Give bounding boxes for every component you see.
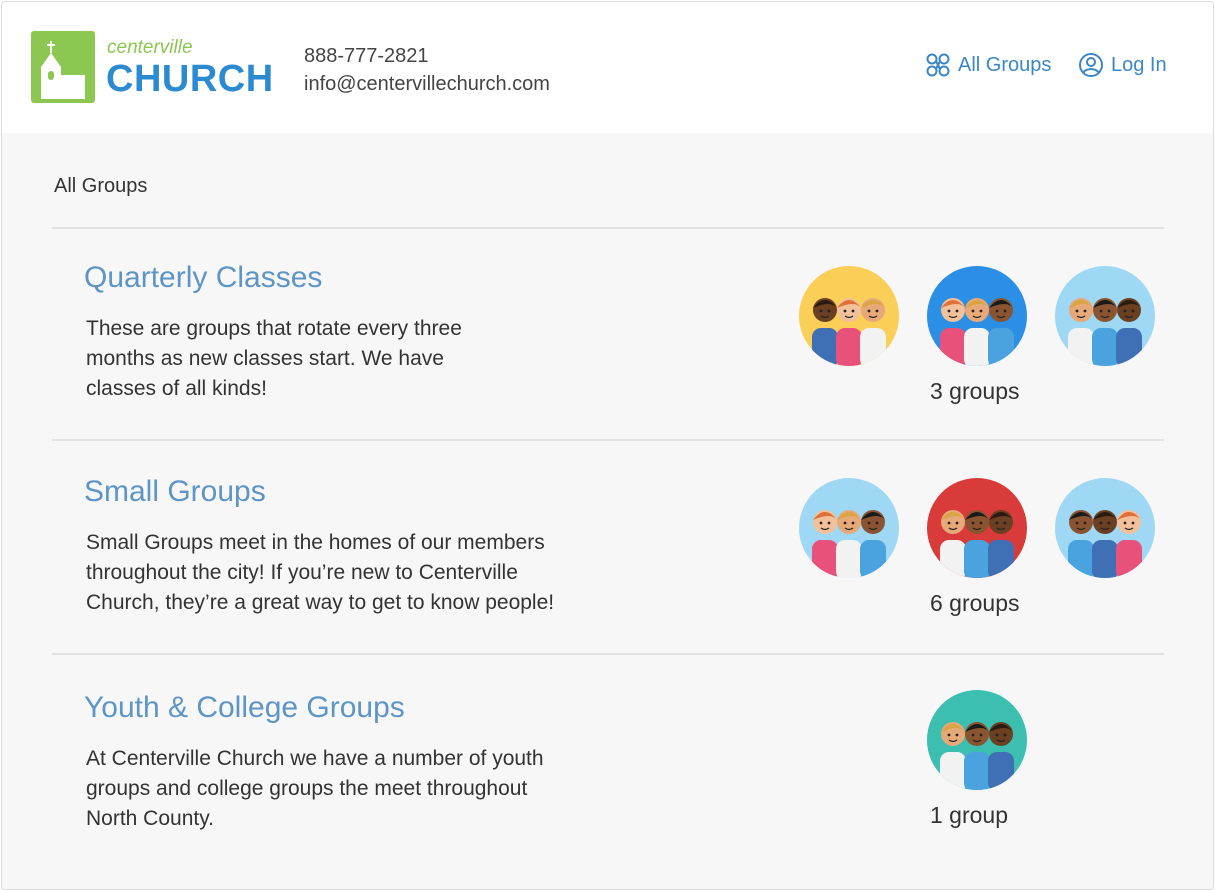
description-line: These are groups that rotate every three [86, 317, 462, 340]
group-avatar[interactable] [1055, 478, 1155, 578]
group-avatar[interactable] [927, 690, 1027, 790]
groups-icon [926, 53, 950, 77]
category-title[interactable]: Youth & College Groups [84, 691, 405, 725]
group-avatar[interactable] [799, 266, 899, 366]
group-avatar[interactable] [927, 266, 1027, 366]
nav-log-in[interactable]: Log In [1078, 52, 1167, 78]
contact-info: 888-777-2821 info@centervillechurch.com [304, 42, 550, 98]
email-address: info@centervillechurch.com [304, 73, 550, 95]
group-count: 1 group [930, 802, 1009, 828]
description-line: throughout the city! If you’re new to Ce… [86, 561, 518, 584]
logo-text-small: centerville [107, 37, 193, 58]
breadcrumb: All Groups [54, 175, 148, 197]
user-icon [1079, 53, 1103, 77]
category-description: These are groups that rotate every three… [86, 314, 462, 404]
description-line: North County. [86, 807, 214, 830]
description-line: groups and college groups the meet throu… [86, 777, 528, 800]
category-description: Small Groups meet in the homes of our me… [86, 528, 554, 618]
description-line: Church, they’re a great way to get to kn… [86, 591, 555, 614]
category-description: At Centerville Church we have a number o… [86, 744, 544, 834]
phone-number: 888-777-2821 [304, 45, 429, 67]
logo-text-big: CHURCH [106, 58, 274, 100]
page-frame: centerville CHURCH 888-777-2821 info@cen… [1, 1, 1214, 890]
nav-log-in-label: Log In [1111, 53, 1167, 76]
header: centerville CHURCH 888-777-2821 info@cen… [2, 2, 1213, 133]
divider [52, 653, 1164, 655]
category-title[interactable]: Quarterly Classes [84, 261, 322, 295]
group-avatar[interactable] [1055, 266, 1155, 366]
group-avatar[interactable] [927, 478, 1027, 578]
group-count: 3 groups [930, 378, 1020, 404]
church-logo-icon[interactable] [31, 31, 95, 103]
divider [52, 439, 1164, 441]
category-title[interactable]: Small Groups [84, 475, 266, 509]
description-line: months as new classes start. We have [86, 347, 444, 370]
description-line: At Centerville Church we have a number o… [86, 747, 544, 770]
nav-all-groups-label: All Groups [958, 53, 1052, 76]
divider [52, 227, 1164, 229]
nav-all-groups[interactable]: All Groups [925, 52, 1051, 78]
group-count: 6 groups [930, 590, 1020, 616]
description-line: classes of all kinds! [86, 377, 267, 400]
description-line: Small Groups meet in the homes of our me… [86, 531, 545, 554]
group-avatar[interactable] [799, 478, 899, 578]
